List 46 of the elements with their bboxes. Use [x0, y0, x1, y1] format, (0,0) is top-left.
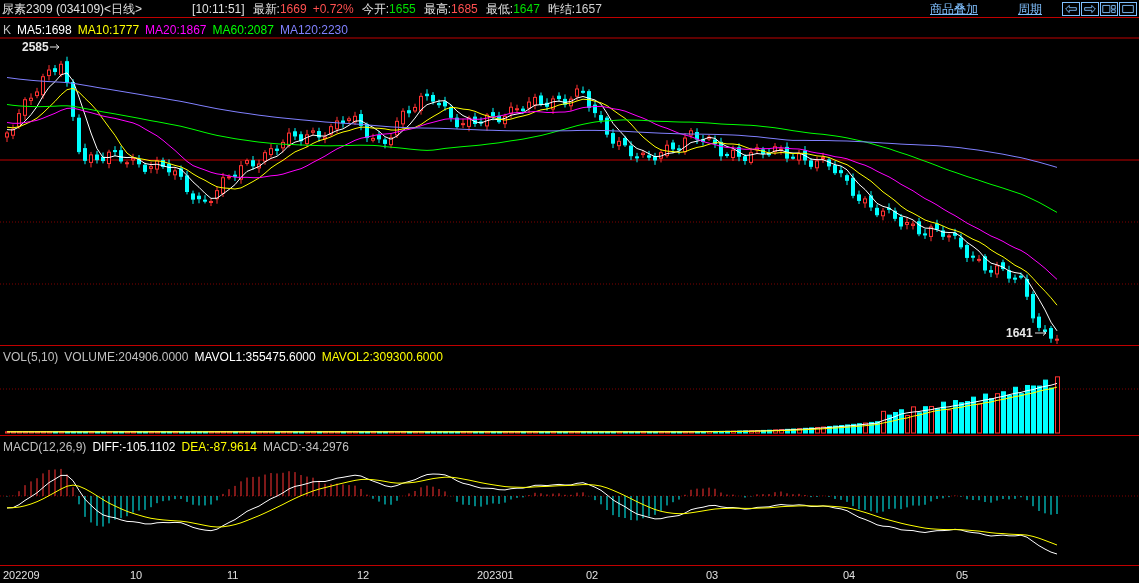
quote-label: 最低: [485, 0, 514, 18]
indicator-value: VOLUME:204906.0000 [64, 349, 189, 366]
toolbar-link[interactable]: 商品叠加 [930, 0, 978, 18]
axis-label: 202209 [3, 568, 40, 583]
indicator-value: MAVOL2:309300.6000 [321, 349, 443, 366]
indicator-value: MAVOL1:355475.6000 [194, 349, 316, 366]
arrow-icon [49, 44, 60, 50]
indicator-value: MACD:-34.2976 [262, 439, 349, 456]
quote-value: 1657 [575, 0, 602, 18]
quote-label: 今开: [361, 0, 390, 18]
axis-label: 202301 [477, 568, 514, 583]
indicator-name: K [3, 22, 11, 39]
axis-label: 10 [130, 568, 143, 583]
high-price-label: 2585 [22, 39, 49, 56]
quote-value: 1655 [389, 0, 416, 18]
axis-label: 04 [843, 568, 856, 583]
window-button[interactable] [1119, 1, 1137, 16]
quote-change: +0.72% [312, 0, 354, 18]
quote-label: 昨结: [547, 0, 576, 18]
quote-value: 1647 [513, 0, 540, 18]
right-arrow-button[interactable] [1081, 1, 1099, 16]
indicator-value: MA5:1698 [17, 22, 72, 39]
low-price-label: 1641 [1006, 325, 1033, 342]
indicator-value: MA20:1867 [145, 22, 207, 39]
indicator-value: MA120:2230 [279, 22, 348, 39]
indicator-value: MA60:2087 [212, 22, 274, 39]
axis-label: 02 [586, 568, 599, 583]
indicator-value: DEA:-87.9614 [181, 439, 257, 456]
quote-value: 1669 [279, 0, 307, 18]
quote-value: 1685 [451, 0, 478, 18]
quote-label: 最高: [423, 0, 452, 18]
indicator-value: MA10:1777 [77, 22, 140, 39]
axis-label: 12 [357, 568, 370, 583]
indicator-name: VOL(5,10) [3, 349, 59, 366]
arrow-icon [1034, 330, 1047, 336]
axis-label: 05 [956, 568, 969, 583]
axis-label: 11 [227, 568, 239, 583]
split-pane-button[interactable] [1100, 1, 1118, 16]
indicator-value: DIFF:-105.1102 [92, 439, 176, 456]
update-time: [10:11:51] [192, 0, 245, 18]
left-arrow-button[interactable] [1062, 1, 1080, 16]
chart-title: 尿素2309 (034109)<日线> [2, 0, 143, 18]
toolbar-link[interactable]: 周期 [1018, 0, 1042, 18]
indicator-name: MACD(12,26,9) [3, 439, 87, 456]
quote-label: 最新: [252, 0, 280, 18]
axis-label: 03 [706, 568, 719, 583]
